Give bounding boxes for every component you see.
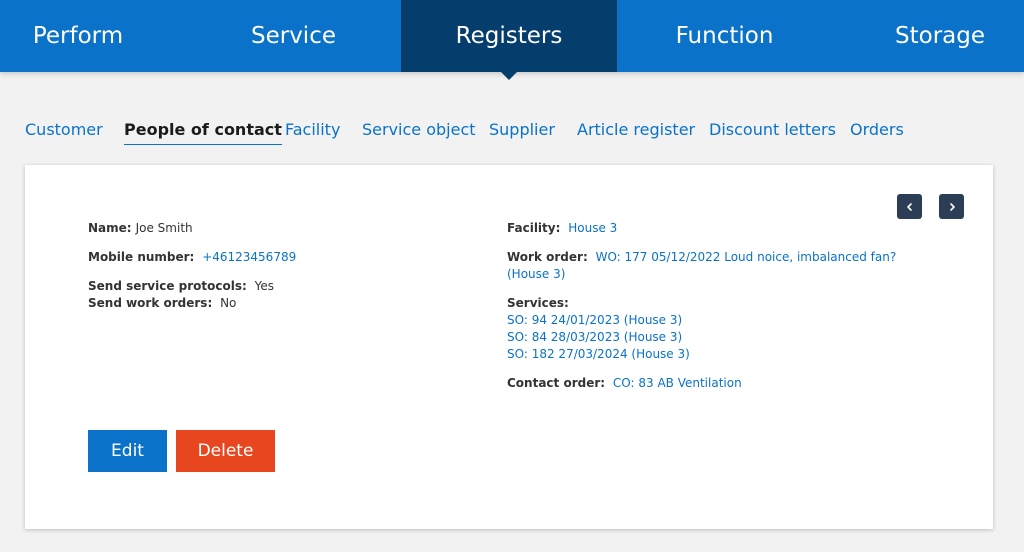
subtab-service-object[interactable]: Service object [362, 120, 476, 139]
contact-order-field: Contact order: CO: 83 AB Ventilation [507, 375, 742, 392]
subtab-people-of-contact[interactable]: People of contact [124, 120, 282, 145]
next-button[interactable] [939, 194, 964, 219]
service-order-link[interactable]: SO: 94 24/01/2023 (House 3) [507, 312, 690, 329]
work-order-label: Work order: [507, 250, 588, 264]
delete-button[interactable]: Delete [176, 430, 275, 472]
tab-label: Perform [32, 23, 124, 49]
tab-label: Service [250, 23, 336, 49]
contact-order-label: Contact order: [507, 376, 606, 390]
tab-storage[interactable]: Storage [856, 0, 1024, 72]
mobile-field: Mobile number: +46123456789 [88, 249, 296, 266]
tab-function[interactable]: Function [617, 0, 832, 72]
top-navigation: Perform Service Registers Function Stora… [0, 0, 1024, 80]
send-service-protocols-value: Yes [254, 279, 275, 293]
mobile-link[interactable]: +46123456789 [202, 250, 296, 264]
subtab-customer[interactable]: Customer [25, 120, 103, 139]
facility-label: Facility: [507, 221, 561, 235]
mobile-label: Mobile number: [88, 250, 195, 264]
send-work-orders-field: Send work orders: No [88, 295, 236, 312]
tab-service[interactable]: Service [186, 0, 401, 72]
service-order-link[interactable]: SO: 84 28/03/2023 (House 3) [507, 329, 690, 346]
previous-button[interactable] [897, 194, 922, 219]
service-order-link[interactable]: SO: 182 27/03/2024 (House 3) [507, 346, 690, 363]
chevron-left-icon [906, 202, 912, 211]
tab-perform[interactable]: Perform [0, 0, 156, 72]
contact-order-link[interactable]: CO: 83 AB Ventilation [613, 376, 742, 390]
subtab-discount-letters[interactable]: Discount letters [709, 120, 836, 139]
name-label: Name: [88, 221, 132, 235]
subtab-facility[interactable]: Facility [285, 120, 340, 139]
services-field: Services: SO: 94 24/01/2023 (House 3) SO… [507, 295, 690, 363]
work-order-link-line2[interactable]: (House 3) [507, 267, 565, 281]
services-label: Services: [507, 296, 569, 310]
name-value: Joe Smith [135, 221, 193, 235]
send-service-protocols-field: Send service protocols: Yes [88, 278, 274, 295]
facility-link[interactable]: House 3 [568, 221, 617, 235]
tab-label: Storage [895, 23, 985, 49]
chevron-right-icon [949, 202, 955, 211]
edit-button[interactable]: Edit [88, 430, 167, 472]
work-order-link[interactable]: WO: 177 05/12/2022 Loud noice, imbalance… [596, 250, 897, 264]
subtab-supplier[interactable]: Supplier [489, 120, 555, 139]
name-field: Name: Joe Smith [88, 220, 193, 237]
work-order-field: Work order: WO: 177 05/12/2022 Loud noic… [507, 249, 927, 283]
facility-field: Facility: House 3 [507, 220, 617, 237]
tab-registers[interactable]: Registers [401, 0, 617, 80]
contact-detail-card: Name: Joe Smith Mobile number: +461234567… [25, 165, 993, 529]
subtab-orders[interactable]: Orders [850, 120, 904, 139]
subtab-article-register[interactable]: Article register [577, 120, 695, 139]
tab-label: Registers [455, 23, 563, 49]
send-work-orders-value: No [220, 296, 237, 310]
tab-label: Function [675, 23, 774, 49]
send-work-orders-label: Send work orders: [88, 296, 213, 310]
send-service-protocols-label: Send service protocols: [88, 279, 247, 293]
sub-navigation: Customer People of contact Facility Serv… [0, 116, 1024, 148]
